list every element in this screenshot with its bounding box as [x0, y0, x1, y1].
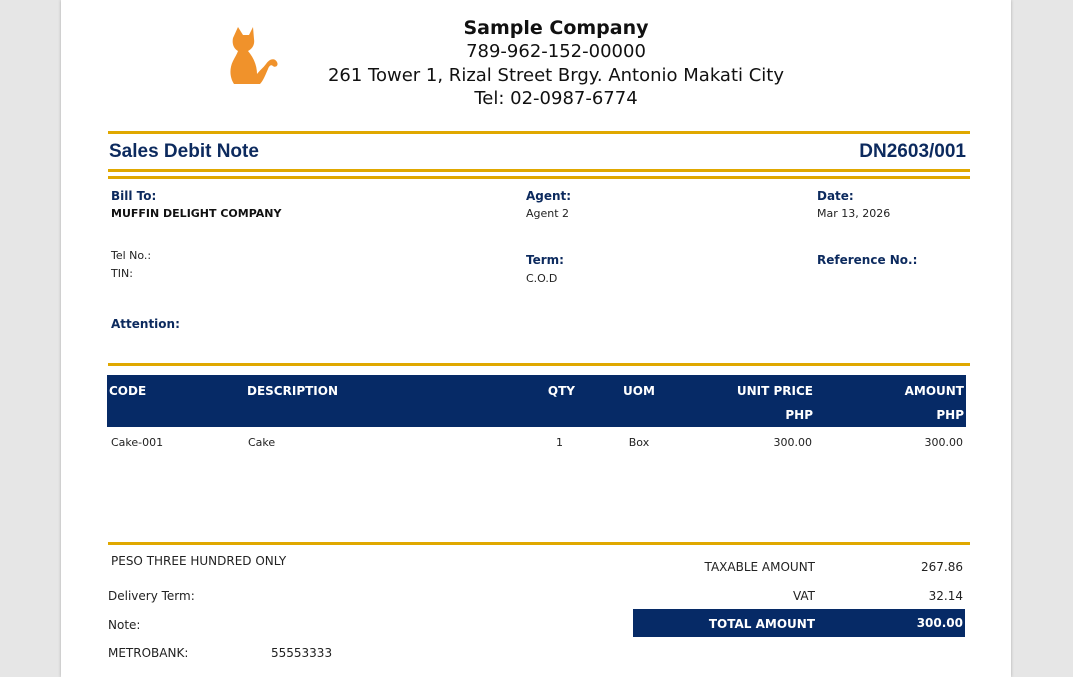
- column-header-description: DESCRIPTION: [247, 384, 339, 398]
- date-label: Date:: [817, 189, 854, 203]
- vat-value: 32.14: [928, 589, 963, 603]
- divider-line: [108, 542, 970, 545]
- column-header-unit-price: UNIT PRICE: [736, 384, 813, 398]
- bill-to-value: MUFFIN DELIGHT COMPANY: [111, 207, 282, 220]
- items-table-header: CODE DESCRIPTION QTY UOM UNIT PRICE PHP …: [107, 375, 966, 427]
- company-address: 261 Tower 1, Rizal Street Brgy. Antonio …: [327, 65, 785, 86]
- column-header-unit-price-currency: PHP: [785, 408, 813, 422]
- delivery-term-label: Delivery Term:: [108, 589, 195, 603]
- row-qty: 1: [556, 436, 563, 449]
- bank-account-number: 55553333: [271, 646, 333, 660]
- attention-label: Attention:: [111, 317, 180, 331]
- divider-line: [108, 176, 970, 179]
- row-amount: 300.00: [924, 436, 964, 449]
- column-header-code: CODE: [109, 384, 147, 398]
- divider-line: [108, 363, 970, 366]
- bank-label: METROBANK:: [108, 646, 189, 660]
- total-amount-bar: TOTAL AMOUNT 300.00: [633, 609, 965, 637]
- company-name: Sample Company: [463, 17, 649, 39]
- row-uom: Box: [628, 436, 650, 449]
- column-header-qty: QTY: [547, 384, 575, 398]
- reference-label: Reference No.:: [817, 253, 918, 267]
- column-header-amount: AMOUNT: [904, 384, 964, 398]
- row-code: Cake-001: [111, 436, 164, 449]
- note-label: Note:: [108, 618, 141, 632]
- row-unit-price: 300.00: [773, 436, 813, 449]
- taxable-amount-label: TAXABLE AMOUNT: [704, 560, 815, 574]
- date-value: Mar 13, 2026: [817, 207, 891, 220]
- document-title: Sales Debit Note: [109, 141, 259, 162]
- amount-in-words: PESO THREE HUNDRED ONLY: [111, 554, 287, 568]
- row-description: Cake: [248, 436, 276, 449]
- column-header-uom: UOM: [623, 384, 655, 398]
- term-label: Term:: [526, 253, 564, 267]
- document-number: DN2603/001: [859, 141, 966, 162]
- company-tin: 789-962-152-00000: [466, 41, 646, 62]
- bill-to-label: Bill To:: [111, 189, 157, 203]
- taxable-amount-value: 267.86: [921, 560, 963, 574]
- divider-line: [108, 169, 970, 172]
- agent-value: Agent 2: [526, 207, 570, 220]
- column-header-amount-currency: PHP: [936, 408, 964, 422]
- tel-label: Tel No.:: [111, 249, 152, 262]
- total-amount-value: 300.00: [916, 616, 963, 630]
- divider-line: [108, 131, 970, 134]
- term-value: C.O.D: [526, 272, 558, 285]
- tin-label: TIN:: [111, 267, 133, 280]
- vat-label: VAT: [792, 589, 815, 603]
- total-amount-label: TOTAL AMOUNT: [708, 617, 815, 631]
- company-tel: Tel: 02-0987-6774: [474, 88, 638, 109]
- document-page: Sample Company 789-962-152-00000 261 Tow…: [61, 0, 1011, 677]
- agent-label: Agent:: [526, 189, 572, 203]
